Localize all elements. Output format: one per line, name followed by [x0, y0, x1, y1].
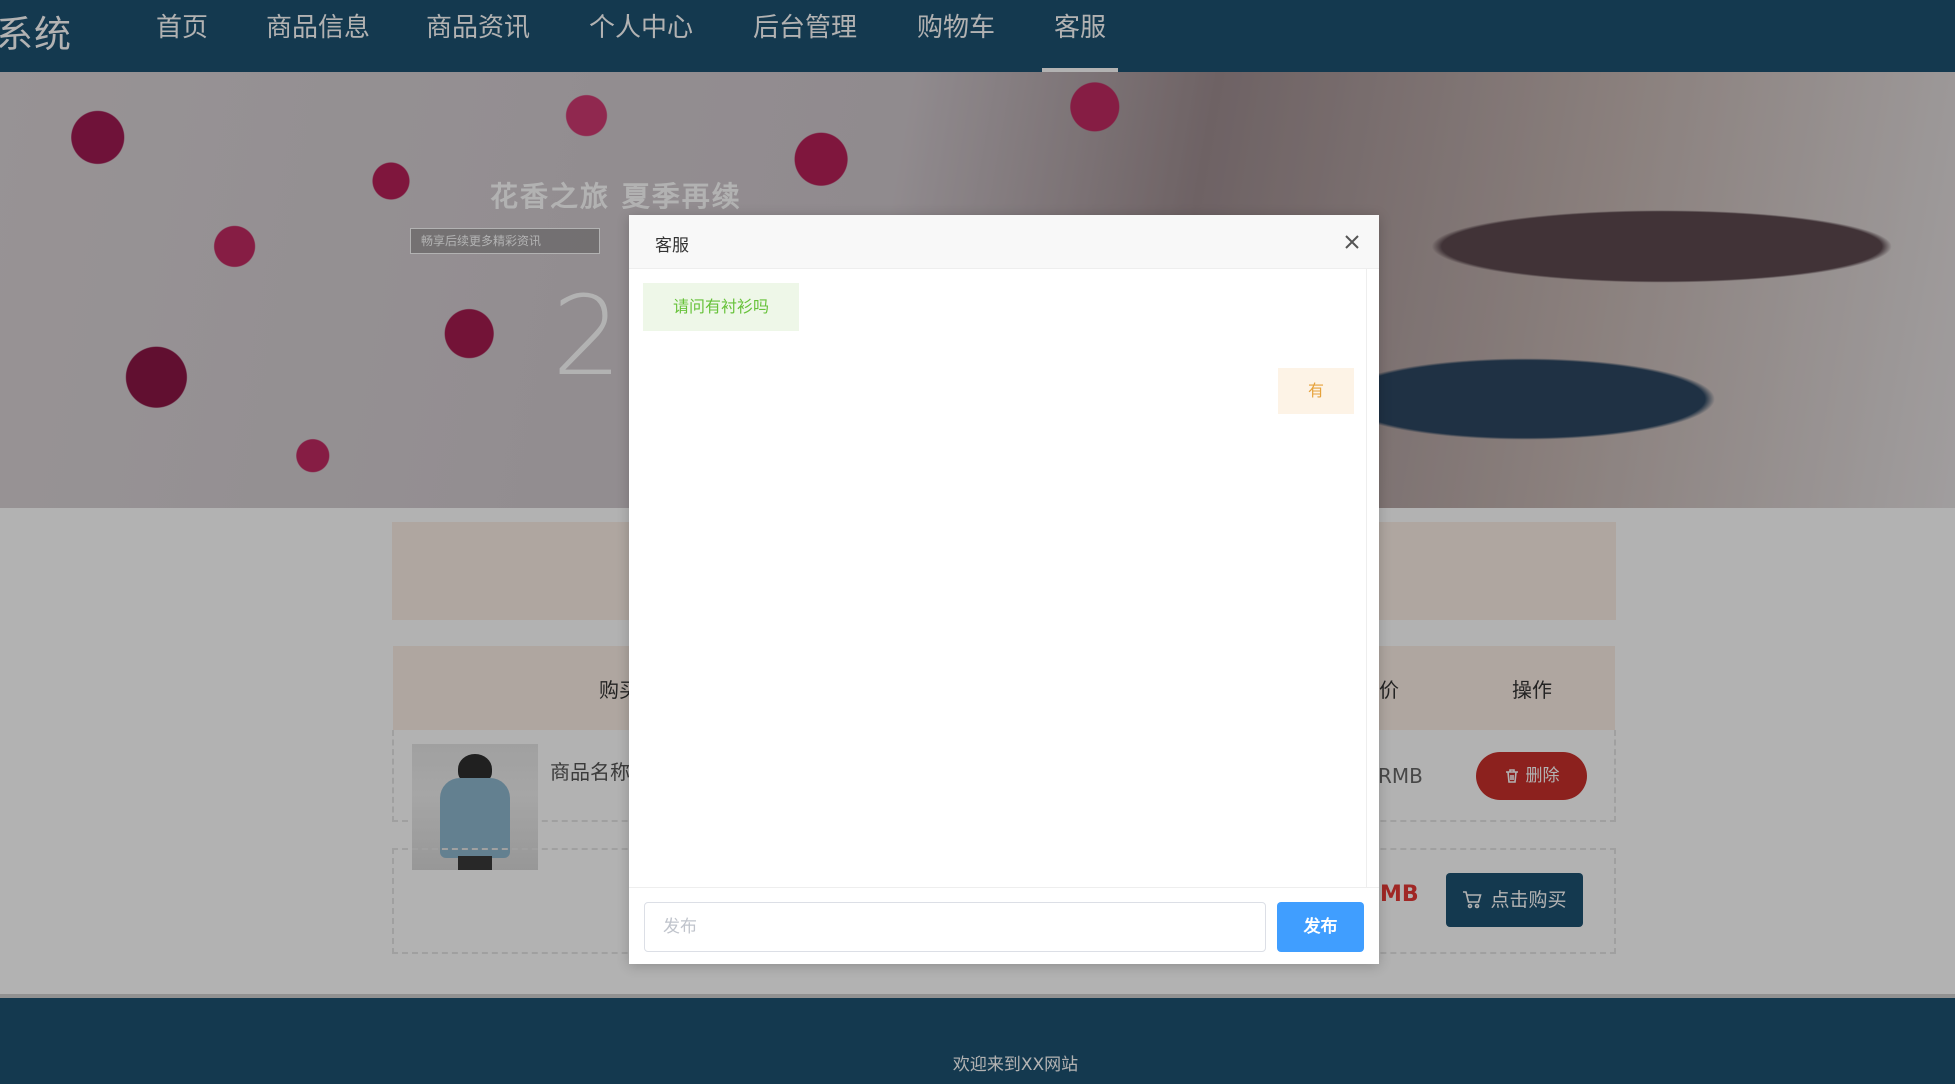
chat-message-sent: 有 — [1277, 368, 1354, 414]
dialog-title: 客服 — [655, 236, 689, 256]
close-button[interactable] — [1339, 229, 1365, 255]
close-icon — [1345, 235, 1359, 249]
chat-message-area[interactable]: 请问有衬衫吗 有 — [629, 269, 1367, 887]
customer-service-dialog: 客服 请问有衬衫吗 有 发布 — [629, 215, 1379, 964]
send-button[interactable]: 发布 — [1277, 902, 1364, 952]
dialog-header: 客服 — [629, 215, 1379, 269]
dialog-footer: 发布 — [629, 887, 1379, 964]
chat-input[interactable] — [644, 902, 1266, 952]
chat-message-received: 请问有衬衫吗 — [643, 283, 800, 331]
